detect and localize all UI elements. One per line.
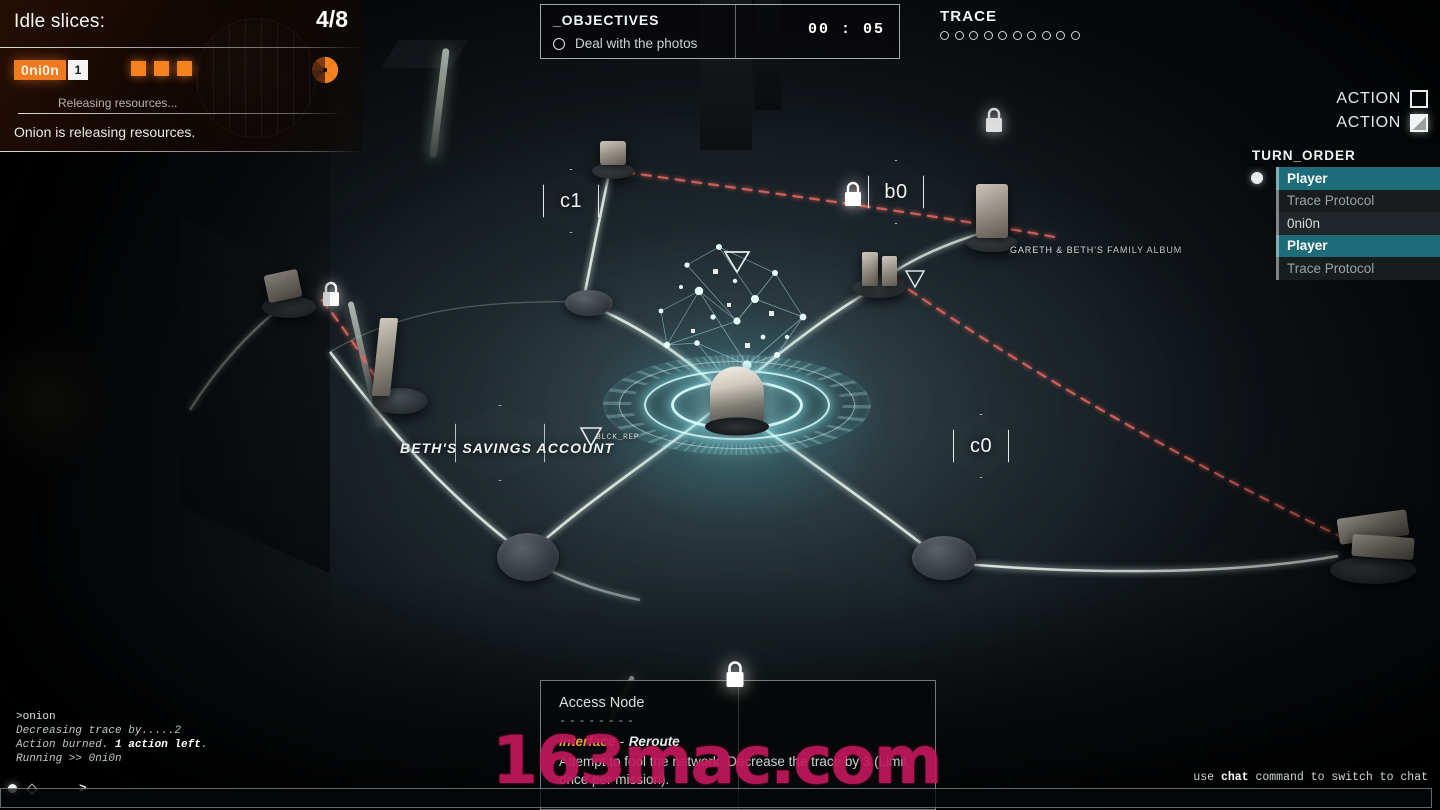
objectives-timer: 00 : 05 [807, 21, 885, 38]
trace-dot [1056, 31, 1065, 40]
board-structure[interactable] [1351, 533, 1415, 561]
divider [0, 47, 362, 48]
action-checkbox-available[interactable] [1410, 90, 1428, 108]
objective-checkbox-icon[interactable] [553, 37, 565, 50]
hex-node-label: c0 [969, 434, 993, 457]
objectives-panel: _OBJECTIVES Deal with the photos 00 : 05 [540, 4, 900, 59]
trace-dot [998, 31, 1007, 40]
agent-name-badge[interactable]: 0ni0n [14, 60, 67, 80]
board-structure[interactable] [600, 141, 626, 165]
trace-dot [983, 31, 993, 40]
console-line: Decreasing trace by.....2 [16, 724, 182, 737]
action-tracker: ACTION ACTION [1336, 90, 1428, 132]
hex-node-label: c1 [559, 189, 583, 212]
trace-meter: TRACE [940, 8, 1080, 40]
resource-pip [131, 61, 146, 76]
trace-dot [969, 31, 978, 40]
console-line: Running >> 0ni0n [16, 752, 122, 765]
turn-order-row[interactable]: Player [1240, 234, 1440, 257]
triangle-marker-icon [904, 270, 926, 289]
divider [18, 113, 344, 114]
board-structure[interactable] [882, 256, 897, 286]
board-label-gareth-album: GARETH & BETH'S FAMILY ALBUM [1010, 245, 1183, 255]
divider [735, 5, 736, 58]
trace-dot [1041, 31, 1051, 40]
hub-core [710, 366, 764, 429]
turn-order-row[interactable]: Trace Protocol [1240, 189, 1440, 212]
chat-hint-command: chat [1220, 771, 1249, 784]
tooltip-ability-line: Interface - Reroute [559, 733, 919, 751]
objective-item[interactable]: Deal with the photos [553, 36, 697, 51]
tooltip-kind: Interface [559, 734, 616, 749]
trace-dot [1070, 31, 1080, 40]
action-slot-2[interactable]: ACTION [1336, 114, 1428, 132]
turn-order-name: Player [1287, 238, 1328, 254]
trace-dot [1027, 31, 1036, 40]
trace-title: TRACE [940, 8, 998, 25]
action-slot-1[interactable]: ACTION [1336, 90, 1428, 108]
chat-hint-prefix: use [1193, 771, 1221, 784]
trace-dot [940, 31, 949, 40]
resource-pip [177, 61, 192, 76]
hex-node-c0[interactable]: c0 [953, 414, 1009, 478]
structure-base [852, 278, 906, 298]
console-line: >onion [16, 710, 56, 723]
turn-order-row[interactable]: Trace Protocol [1240, 257, 1440, 280]
action-label: ACTION [1336, 114, 1401, 131]
lock-icon [726, 661, 744, 687]
idle-slices-value: 4/8 [316, 6, 348, 32]
turn-order-row[interactable]: 0ni0n [1240, 212, 1440, 235]
tooltip-title: Access Node [559, 695, 645, 711]
idle-slices-label: Idle slices: [14, 11, 106, 32]
board-token[interactable] [497, 533, 559, 581]
divider [0, 151, 362, 152]
idle-slices-panel: Idle slices: 4/8 0ni0n 1 Releasing resou… [0, 0, 362, 152]
turn-order-panel: TURN_ORDER Player Trace Protocol 0ni0n Play… [1240, 144, 1440, 280]
turn-order-title: TURN_ORDER [1240, 144, 1440, 167]
console-line: Action burned. 1 action left. [16, 738, 208, 751]
board-token[interactable] [912, 536, 976, 580]
turn-order-name: Player [1287, 170, 1328, 186]
trace-dots [940, 31, 1080, 40]
agent-status-sub: Releasing resources... [58, 96, 178, 110]
turn-order-name: Trace Protocol [1287, 193, 1375, 209]
tooltip-description: Attempt to fool the network. Decrease th… [559, 754, 908, 788]
triangle-marker-icon [723, 251, 751, 274]
hex-node-b0[interactable]: b0 [868, 160, 924, 224]
board-structure[interactable] [862, 252, 878, 286]
board-structure[interactable] [976, 184, 1008, 238]
triangle-marker-icon [579, 427, 603, 448]
objectives-title: _OBJECTIVES [553, 12, 660, 28]
lock-icon [845, 181, 861, 206]
turn-order-name: Trace Protocol [1287, 260, 1375, 276]
onion-icon [311, 56, 339, 84]
agent-resource-pips [131, 61, 192, 76]
agent-count-badge: 1 [68, 60, 88, 80]
command-input[interactable] [0, 788, 1432, 808]
tooltip-divider-dashes: -------- [559, 714, 637, 728]
tooltip-ability-name: Reroute [628, 734, 680, 749]
game-screen: c1 b0 c0 BETH'S SAVINGS ACCOUNT GARETH &… [0, 0, 1440, 810]
action-checkbox-used[interactable] [1410, 114, 1428, 132]
trace-dot [1012, 31, 1022, 40]
hex-node-c1[interactable]: c1 [543, 169, 599, 233]
turn-order-list: Player Trace Protocol 0ni0n Player Trace Pro… [1240, 167, 1440, 280]
tooltip-separator: - [619, 734, 625, 749]
objective-label: Deal with the photos [575, 36, 698, 51]
idle-slices-header: Idle slices: 4/8 [14, 6, 348, 33]
chat-hint-suffix: command to switch to chat [1248, 771, 1428, 784]
hex-node-label: b0 [884, 180, 908, 203]
action-label: ACTION [1336, 90, 1401, 107]
globe-icon [196, 18, 316, 138]
lock-icon [986, 107, 1002, 132]
trace-dot [954, 31, 964, 40]
chat-hint: use chat command to switch to chat [1193, 771, 1428, 784]
turn-order-row[interactable]: Player [1240, 167, 1440, 190]
resource-pip [154, 61, 169, 76]
agent-status-main: Onion is releasing resources. [14, 124, 196, 140]
turn-order-name: 0ni0n [1287, 215, 1321, 231]
console-log: >onion Decreasing trace by.....2 Action … [16, 710, 207, 766]
